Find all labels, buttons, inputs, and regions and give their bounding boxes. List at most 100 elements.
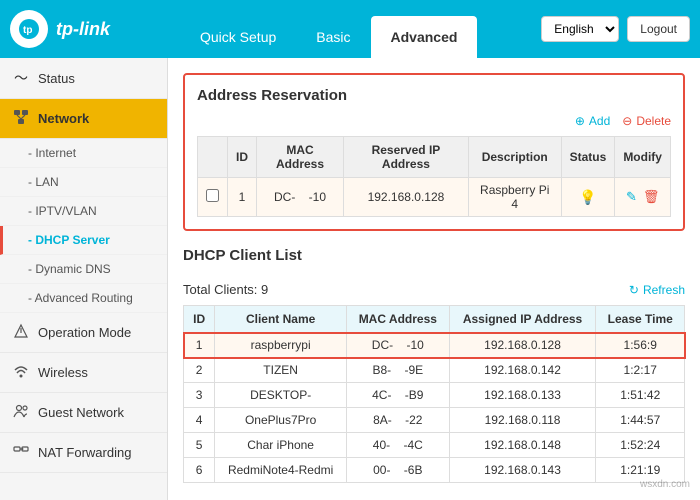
sidebar-sub-internet[interactable]: - Internet: [0, 139, 167, 168]
tab-advanced[interactable]: Advanced: [371, 16, 478, 58]
col-modify: Modify: [615, 137, 671, 178]
dhcp-col-id: ID: [184, 306, 215, 333]
dhcp-cell-4: 1:56:9: [596, 333, 685, 358]
tab-basic[interactable]: Basic: [296, 16, 370, 58]
delete-button[interactable]: ⊖ Delete: [622, 114, 671, 128]
dhcp-table-row: 4OnePlus7Pro8A- -22192.168.0.1181:44:57: [184, 408, 685, 433]
sidebar-sub-advanced-routing[interactable]: - Advanced Routing: [0, 284, 167, 313]
dhcp-cell-3: 192.168.0.133: [449, 383, 596, 408]
network-icon: [12, 109, 30, 128]
refresh-label: Refresh: [643, 283, 685, 297]
dhcp-client-list-section: DHCP Client List Total Clients: 9 ↻ Refr…: [183, 247, 685, 483]
add-icon: ⊕: [575, 114, 585, 128]
dhcp-col-ip: Assigned IP Address: [449, 306, 596, 333]
dhcp-cell-4: 1:51:42: [596, 383, 685, 408]
status-bulb-icon: 💡: [579, 189, 596, 205]
dhcp-cell-0: 5: [184, 433, 215, 458]
dhcp-cell-3: 192.168.0.143: [449, 458, 596, 483]
col-id: ID: [228, 137, 257, 178]
dhcp-cell-1: RedmiNote4-Redmi: [215, 458, 347, 483]
total-clients-label: Total Clients: 9: [183, 282, 268, 297]
dhcp-cell-0: 3: [184, 383, 215, 408]
dhcp-cell-0: 6: [184, 458, 215, 483]
dhcp-table: ID Client Name MAC Address Assigned IP A…: [183, 305, 685, 483]
dhcp-col-mac: MAC Address: [347, 306, 450, 333]
col-reserved-ip: Reserved IP Address: [344, 137, 469, 178]
dhcp-cell-0: 1: [184, 333, 215, 358]
sidebar: 〜 Status Network - Internet - LAN - IPTV…: [0, 58, 168, 500]
table-row: 1 DC- -10 192.168.0.128 Raspberry Pi 4 💡…: [198, 178, 671, 217]
sidebar-label-operation-mode: Operation Mode: [38, 325, 131, 340]
col-checkbox: [198, 137, 228, 178]
sidebar-sub-iptv[interactable]: - IPTV/VLAN: [0, 197, 167, 226]
guest-network-icon: [12, 403, 30, 422]
sidebar-item-nat-forwarding[interactable]: NAT Forwarding: [0, 433, 167, 473]
dhcp-header-row-cols: ID Client Name MAC Address Assigned IP A…: [184, 306, 685, 333]
sidebar-label-guest-network: Guest Network: [38, 405, 124, 420]
col-mac: MAC Address: [257, 137, 344, 178]
row-checkbox[interactable]: [198, 178, 228, 217]
sidebar-sub-ddns[interactable]: - Dynamic DNS: [0, 255, 167, 284]
reservation-table: ID MAC Address Reserved IP Address Descr…: [197, 136, 671, 217]
dhcp-cell-0: 4: [184, 408, 215, 433]
delete-icon: ⊖: [622, 114, 632, 128]
sidebar-label-nat-forwarding: NAT Forwarding: [38, 445, 131, 460]
sidebar-item-wireless[interactable]: Wireless: [0, 353, 167, 393]
sidebar-sub-dhcp[interactable]: - DHCP Server: [0, 226, 167, 255]
row-mac: DC- -10: [257, 178, 344, 217]
dhcp-cell-3: 192.168.0.118: [449, 408, 596, 433]
dhcp-table-row: 3DESKTOP-4C- -B9192.168.0.1331:51:42: [184, 383, 685, 408]
dhcp-cell-1: TIZEN: [215, 358, 347, 383]
sidebar-item-status[interactable]: 〜 Status: [0, 58, 167, 99]
status-icon: 〜: [12, 68, 30, 88]
trash-icon[interactable]: 🗑: [643, 189, 660, 205]
dhcp-cell-3: 192.168.0.148: [449, 433, 596, 458]
logo-text: tp-link: [56, 19, 110, 40]
table-header-row: ID MAC Address Reserved IP Address Descr…: [198, 137, 671, 178]
row-description: Raspberry Pi 4: [468, 178, 561, 217]
table-actions: ⊕ Add ⊖ Delete: [197, 114, 671, 128]
wireless-icon: [12, 363, 30, 382]
dhcp-title: DHCP Client List: [183, 247, 302, 264]
dhcp-cell-2: DC- -10: [347, 333, 450, 358]
operation-mode-icon: [12, 323, 30, 342]
sidebar-label-status: Status: [38, 71, 75, 86]
dhcp-header-row: DHCP Client List: [183, 247, 685, 274]
col-status: Status: [561, 137, 615, 178]
dhcp-col-name: Client Name: [215, 306, 347, 333]
dhcp-table-row: 5Char iPhone40- -4C192.168.0.1481:52:24: [184, 433, 685, 458]
sidebar-label-wireless: Wireless: [38, 365, 88, 380]
language-select[interactable]: English: [541, 16, 619, 42]
refresh-button[interactable]: ↻ Refresh: [629, 283, 685, 297]
add-button[interactable]: ⊕ Add: [575, 114, 610, 128]
logo-area: tp tp-link: [10, 10, 180, 48]
dhcp-cell-2: 00- -6B: [347, 458, 450, 483]
nat-icon: [12, 443, 30, 462]
row-id: 1: [228, 178, 257, 217]
content-area: Address Reservation ⊕ Add ⊖ Delete ID MA…: [168, 58, 700, 500]
dhcp-col-lease: Lease Time: [596, 306, 685, 333]
dhcp-cell-0: 2: [184, 358, 215, 383]
sidebar-sub-lan[interactable]: - LAN: [0, 168, 167, 197]
dhcp-cell-1: DESKTOP-: [215, 383, 347, 408]
sidebar-item-guest-network[interactable]: Guest Network: [0, 393, 167, 433]
sidebar-item-operation-mode[interactable]: Operation Mode: [0, 313, 167, 353]
address-reservation-section: Address Reservation ⊕ Add ⊖ Delete ID MA…: [183, 73, 685, 231]
sidebar-item-network[interactable]: Network: [0, 99, 167, 139]
add-label: Add: [589, 114, 610, 128]
tab-quick-setup[interactable]: Quick Setup: [180, 16, 296, 58]
row-modify: ✎ 🗑: [615, 178, 671, 217]
nav-tabs: Quick Setup Basic Advanced: [180, 0, 541, 58]
dhcp-table-row: 1raspberrypiDC- -10192.168.0.1281:56:9: [184, 333, 685, 358]
logout-button[interactable]: Logout: [627, 16, 690, 42]
refresh-icon: ↻: [629, 283, 639, 297]
col-description: Description: [468, 137, 561, 178]
dhcp-cell-2: B8- -9E: [347, 358, 450, 383]
dhcp-cell-1: OnePlus7Pro: [215, 408, 347, 433]
dhcp-cell-2: 8A- -22: [347, 408, 450, 433]
main-layout: 〜 Status Network - Internet - LAN - IPTV…: [0, 58, 700, 500]
dhcp-cell-3: 192.168.0.142: [449, 358, 596, 383]
dhcp-cell-4: 1:2:17: [596, 358, 685, 383]
modify-icons: ✎ 🗑: [623, 189, 662, 205]
edit-icon[interactable]: ✎: [626, 189, 637, 205]
